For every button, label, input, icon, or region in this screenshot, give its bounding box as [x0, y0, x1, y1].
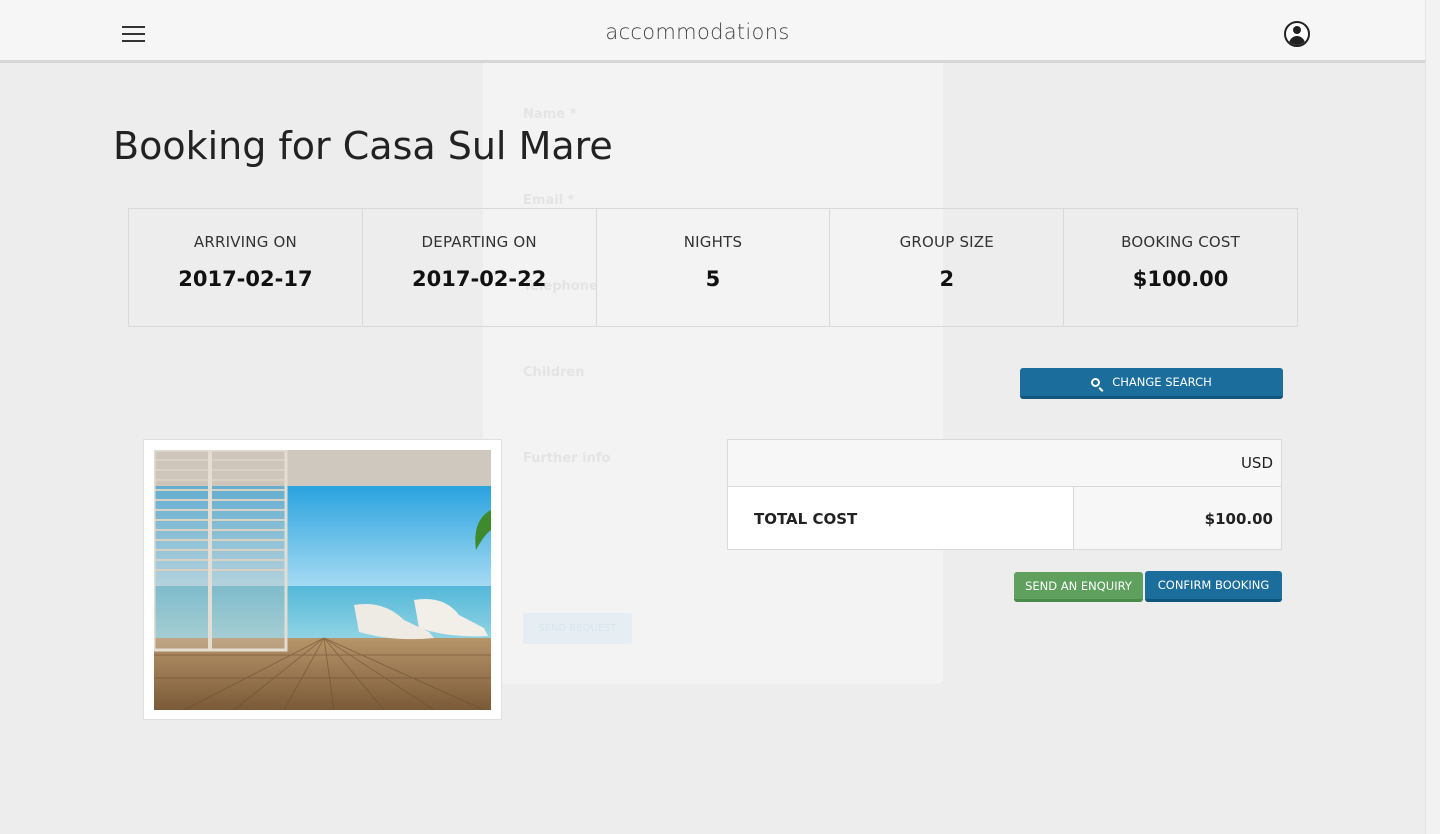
stat-value: $100.00	[1132, 267, 1229, 291]
send-request-button[interactable]: SEND REQUEST	[523, 613, 632, 644]
group-size-stat: GROUP SIZE 2	[830, 209, 1065, 326]
stat-value: 2	[939, 267, 955, 291]
stat-value: 2017-02-22	[412, 267, 547, 291]
property-photo-frame	[143, 439, 502, 720]
brand-title[interactable]: accommodations	[0, 20, 1395, 44]
nights-stat: NIGHTS 5	[597, 209, 831, 326]
arriving-on-stat: ARRIVING ON 2017-02-17	[129, 209, 363, 326]
stat-label: ARRIVING ON	[193, 233, 297, 251]
search-icon	[1091, 378, 1101, 387]
children-field-label: Children	[523, 365, 585, 380]
change-search-button[interactable]: CHANGE SEARCH	[1020, 368, 1283, 399]
stat-label: GROUP SIZE	[899, 233, 994, 251]
name-field-label: Name *	[523, 107, 577, 122]
user-account-icon[interactable]	[1284, 21, 1310, 47]
top-navbar: accommodations	[0, 0, 1425, 63]
confirm-booking-button[interactable]: CONFIRM BOOKING	[1145, 571, 1282, 602]
further-info-field-label: Further info	[523, 451, 611, 466]
departing-on-stat: DEPARTING ON 2017-02-22	[363, 209, 597, 326]
send-enquiry-button[interactable]: SEND AN ENQUIRY	[1014, 572, 1143, 602]
stat-value: 2017-02-17	[178, 267, 313, 291]
stat-label: NIGHTS	[683, 233, 743, 251]
page-title: Booking for Casa Sul Mare	[113, 124, 613, 168]
booking-cost-stat: BOOKING COST $100.00	[1064, 209, 1297, 326]
stat-value: 5	[705, 267, 721, 291]
stat-label: BOOKING COST	[1121, 233, 1241, 251]
email-field-label: Email *	[523, 193, 575, 208]
total-cost-value: $100.00	[1204, 510, 1273, 528]
change-search-label: CHANGE SEARCH	[1112, 375, 1212, 389]
booking-summary: ARRIVING ON 2017-02-17 DEPARTING ON 2017…	[128, 208, 1298, 327]
stat-label: DEPARTING ON	[421, 233, 537, 251]
cost-breakdown-table: USD TOTAL COST $100.00	[727, 439, 1282, 550]
property-photo	[154, 450, 491, 710]
total-cost-label: TOTAL COST	[754, 510, 858, 528]
page-scrollbar[interactable]	[1425, 0, 1440, 834]
currency-label: USD	[1240, 454, 1273, 472]
